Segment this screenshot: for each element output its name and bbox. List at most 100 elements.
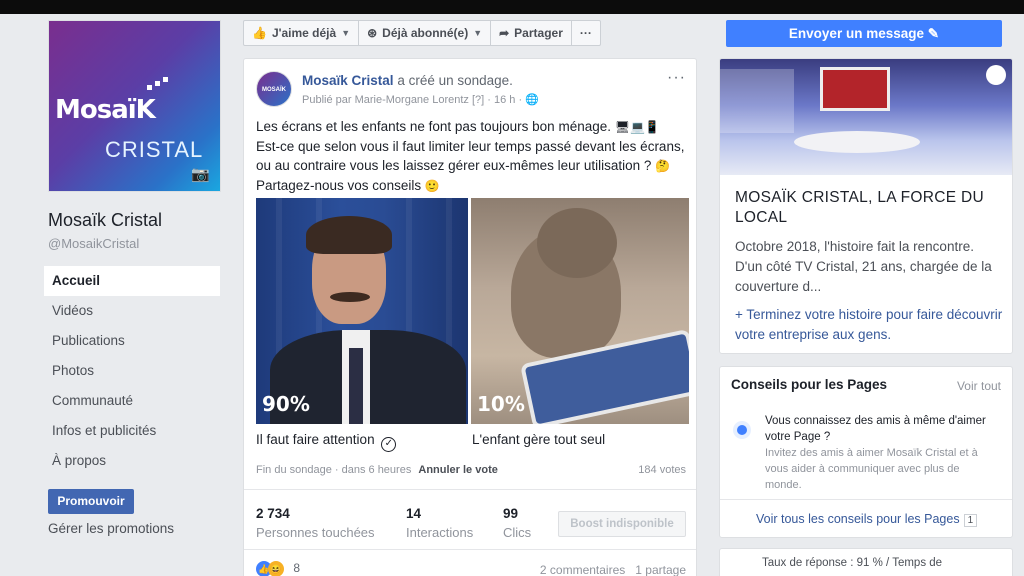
story-card: MOSAÏK CRISTAL, LA FORCE DU LOCAL Octobr… — [719, 58, 1013, 354]
thinking-emoji-icon: 🤔 — [655, 159, 671, 173]
screens-emoji-icon: 🖥💻📱 — [614, 120, 660, 134]
all-tips-label: Voir tous les conseils pour les Pages — [756, 512, 960, 526]
post-text-line2: Est-ce que selon vous il faut limiter le… — [256, 139, 685, 154]
tip-headline[interactable]: Vous connaissez des amis à même d'aimer … — [765, 413, 995, 445]
share-button[interactable]: ➦ Partager — [491, 21, 572, 45]
man-hair — [306, 216, 392, 254]
page-tips-card: Conseils pour les Pages Voir tout Vous c… — [719, 366, 1013, 538]
page-handle[interactable]: @MosaikCristal — [48, 236, 139, 251]
poll-option-1-label[interactable]: Il faut faire attention ✓ — [256, 432, 397, 452]
boost-button[interactable]: Boost indisponible — [558, 511, 686, 537]
like-page-button[interactable]: 👍 J'aime déjà ▼ — [244, 21, 360, 45]
story-finish-link[interactable]: + Terminez votre histoire pour faire déc… — [735, 305, 1005, 345]
post-author-avatar[interactable]: MOSAÏK — [256, 71, 292, 107]
nav-item-accueil[interactable]: Accueil — [44, 266, 220, 296]
globe-icon: 🌐 — [525, 94, 539, 106]
studio-lamp — [986, 65, 1006, 85]
stat-interactions[interactable]: 14 Interactions — [406, 506, 473, 540]
cat-head — [537, 208, 617, 278]
poll-option-2-label[interactable]: L'enfant gère tout seul — [472, 432, 605, 447]
manage-promotions-link[interactable]: Gérer les promotions — [48, 521, 174, 536]
stat-reach[interactable]: 2 734 Personnes touchées — [256, 506, 375, 540]
stat-interactions-value: 14 — [406, 506, 422, 521]
poll-meta: Fin du sondage · dans 6 heures Annuler l… — [256, 464, 686, 476]
tip-indicator-icon — [737, 425, 747, 435]
help-link[interactable]: [?] — [472, 94, 484, 106]
post-header: Mosaïk Cristal a créé un sondage. — [302, 73, 513, 88]
promote-button[interactable]: Promouvoir — [48, 489, 134, 514]
divider — [720, 499, 1012, 500]
follow-button[interactable]: ⊛ Déjà abonné(e) ▼ — [359, 21, 492, 45]
stat-clicks[interactable]: 99 Clics — [503, 506, 531, 540]
divider — [244, 549, 696, 550]
page-actions-toolbar: 👍 J'aime déjà ▼ ⊛ Déjà abonné(e) ▼ ➦ Par… — [243, 20, 601, 46]
nav-item-publications[interactable]: Publications — [44, 326, 220, 356]
follow-label: Déjà abonné(e) — [382, 26, 469, 40]
comments-shares: 2 commentaires 1 partage — [540, 563, 686, 576]
nav-item-communaute[interactable]: Communauté — [44, 386, 220, 416]
reactions-row: 👍😆 8 2 commentaires 1 partage — [256, 561, 686, 576]
post-options-icon[interactable]: ··· — [667, 69, 686, 87]
poll-post: MOSAÏK Mosaïk Cristal a créé un sondage.… — [243, 58, 697, 576]
send-message-button[interactable]: Envoyer un message ✎ — [726, 20, 1002, 47]
send-message-label: Envoyer un message — [788, 26, 924, 41]
stat-reach-label: Personnes touchées — [256, 525, 375, 540]
poll-option-2-text: L'enfant gère tout seul — [472, 432, 606, 447]
post-timestamp[interactable]: 16 h — [494, 94, 515, 106]
poll-option-image-2[interactable]: 10% — [471, 198, 689, 424]
post-text-line4: Partagez-nous vos conseils — [256, 178, 422, 193]
reactions-count[interactable]: 8 — [293, 561, 300, 575]
stat-interactions-label: Interactions — [406, 525, 474, 540]
poll-vote-count[interactable]: 184 votes — [638, 464, 686, 476]
smile-emoji-icon: 🙂 — [424, 179, 440, 193]
shares-count[interactable]: 1 partage — [635, 563, 686, 576]
nav-item-videos[interactable]: Vidéos — [44, 296, 220, 326]
studio-screen — [820, 67, 890, 111]
share-arrow-icon: ➦ — [499, 26, 510, 40]
pencil-icon: ✎ — [927, 26, 940, 41]
more-dots-icon: ··· — [579, 26, 592, 40]
logo-dots — [147, 77, 169, 91]
more-options-button[interactable]: ··· — [572, 21, 600, 45]
poll-option-2-percent: 10% — [477, 392, 525, 416]
published-by: Publié par Marie-Morgane Lorentz — [302, 94, 469, 106]
caret-down-icon: ▼ — [341, 28, 351, 38]
story-body: Octobre 2018, l'histoire fait la rencont… — [735, 239, 992, 294]
page-profile-picture[interactable]: MosaïK CRISTAL 📷 — [48, 20, 221, 192]
post-author-link[interactable]: Mosaïk Cristal — [302, 73, 394, 88]
divider — [244, 489, 696, 490]
logo-wordmark: MosaïK — [55, 95, 156, 125]
story-image[interactable] — [720, 59, 1012, 175]
logo-subtitle: CRISTAL — [105, 137, 204, 162]
post-text-line3: ou au contraire vous les laissez gérer e… — [256, 158, 652, 173]
poll-end-time: Fin du sondage · dans 6 heures — [256, 464, 412, 476]
story-title[interactable]: MOSAÏK CRISTAL, LA FORCE DU LOCAL — [735, 188, 1005, 228]
poll-option-image-1[interactable]: 90% — [256, 198, 468, 424]
stat-clicks-value: 99 — [503, 506, 519, 521]
nav-item-infos-publicites[interactable]: Infos et publicités — [44, 416, 220, 446]
post-body: Les écrans et les enfants ne font pas to… — [256, 117, 690, 196]
tips-see-all-link[interactable]: Voir tout — [957, 379, 1001, 393]
tips-title: Conseils pour les Pages — [731, 377, 888, 392]
poll-option-1-text: Il faut faire attention — [256, 432, 375, 447]
camera-icon[interactable]: 📷 — [191, 165, 210, 183]
post-action-text: a créé un sondage. — [397, 73, 513, 88]
tips-count-badge: 1 — [963, 514, 978, 527]
all-tips-link[interactable]: Voir tous les conseils pour les Pages 1 — [756, 512, 978, 527]
nav-item-photos[interactable]: Photos — [44, 356, 220, 386]
share-label: Partager — [514, 26, 563, 40]
like-page-label: J'aime déjà — [271, 26, 337, 40]
stat-clicks-label: Clics — [503, 525, 532, 540]
nav-item-a-propos[interactable]: À propos — [44, 446, 220, 476]
post-meta: Publié par Marie-Morgane Lorentz [?] · 1… — [302, 94, 539, 106]
comments-count[interactable]: 2 commentaires — [540, 563, 625, 576]
page-title[interactable]: Mosaïk Cristal — [48, 210, 162, 231]
undo-vote-link[interactable]: Annuler le vote — [418, 464, 497, 476]
page-nav: Accueil Vidéos Publications Photos Commu… — [44, 266, 220, 476]
caret-down-icon: ▼ — [473, 28, 483, 38]
man-tie — [349, 348, 363, 424]
studio-table — [794, 131, 920, 153]
man-moustache — [330, 292, 370, 302]
poll-option-1-percent: 90% — [262, 392, 310, 416]
top-black-bar — [0, 0, 1024, 14]
